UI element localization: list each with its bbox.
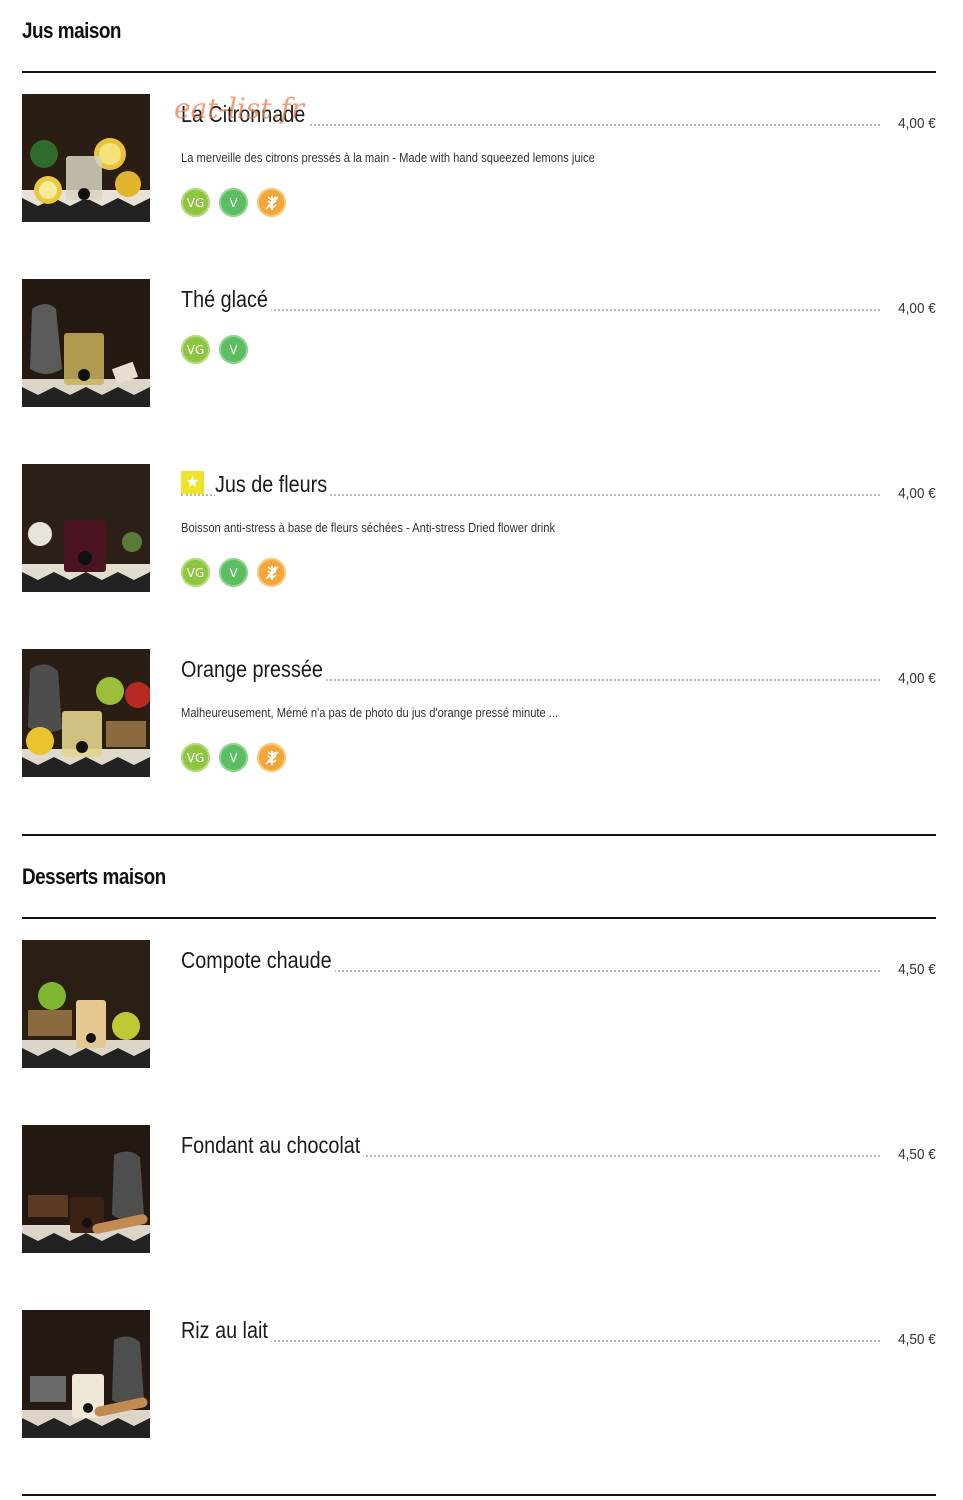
vegan-badge: VG xyxy=(181,743,210,772)
item-price: 4,00 € xyxy=(898,115,936,132)
chocolate-fondant-photo xyxy=(22,1125,150,1253)
menu-item-la-citronnade[interactable]: La Citronnade 4,00 € La merveille des ci… xyxy=(22,94,936,224)
vegetarian-badge: V xyxy=(219,743,248,772)
gluten-free-icon xyxy=(257,188,286,217)
orange-juice-photo xyxy=(22,649,150,777)
flower-juice-photo xyxy=(22,464,150,592)
section-divider xyxy=(22,917,936,919)
compote-photo xyxy=(22,940,150,1068)
menu-item-fondant-au-chocolat[interactable]: Fondant au chocolat 4,50 € xyxy=(22,1125,936,1255)
item-name: Orange pressée xyxy=(181,656,327,683)
item-price: 4,50 € xyxy=(898,961,936,978)
item-name: Thé glacé xyxy=(181,286,272,313)
leader-dots xyxy=(181,309,880,311)
vegetarian-badge: V xyxy=(219,558,248,587)
menu-item-the-glace[interactable]: Thé glacé 4,00 € VG V xyxy=(22,279,936,409)
item-name: Riz au lait xyxy=(181,1317,272,1344)
diet-badges: VG V xyxy=(181,335,248,364)
diet-badges: VG V xyxy=(181,188,286,217)
item-name: Fondant au chocolat xyxy=(181,1132,364,1159)
item-description: Malheureusement, Mémé n'a pas de photo d… xyxy=(181,705,559,720)
vegan-badge: VG xyxy=(181,188,210,217)
diet-badges: VG V xyxy=(181,743,286,772)
item-name: Compote chaude xyxy=(181,947,336,974)
item-name: La Citronnade xyxy=(181,101,309,128)
menu-item-compote-chaude[interactable]: Compote chaude 4,50 € xyxy=(22,940,936,1070)
menu-item-orange-pressee[interactable]: Orange pressée 4,00 € Malheureusement, M… xyxy=(22,649,936,779)
vegetarian-badge: V xyxy=(219,335,248,364)
section-divider xyxy=(22,71,936,73)
menu-item-riz-au-lait[interactable]: Riz au lait 4,50 € xyxy=(22,1310,936,1440)
item-price: 4,00 € xyxy=(898,300,936,317)
star-icon: ★ xyxy=(181,471,204,494)
gluten-free-icon xyxy=(257,558,286,587)
item-price: 4,50 € xyxy=(898,1146,936,1163)
item-description: La merveille des citrons pressés à la ma… xyxy=(181,150,595,165)
leader-dots xyxy=(181,1340,880,1342)
section-divider xyxy=(22,834,936,836)
item-price: 4,50 € xyxy=(898,1331,936,1348)
diet-badges: VG V xyxy=(181,558,286,587)
section-title-desserts-maison: Desserts maison xyxy=(22,864,166,889)
item-description: Boisson anti-stress à base de fleurs séc… xyxy=(181,520,556,535)
item-price: 4,00 € xyxy=(898,670,936,687)
vegetarian-badge: V xyxy=(219,188,248,217)
item-name: Jus de fleurs xyxy=(215,471,331,498)
vegan-badge: VG xyxy=(181,335,210,364)
section-divider xyxy=(22,1494,936,1496)
section-title-jus-maison: Jus maison xyxy=(22,18,121,43)
menu-item-jus-de-fleurs[interactable]: ★ Jus de fleurs 4,00 € Boisson anti-stre… xyxy=(22,464,936,594)
lemonade-photo xyxy=(22,94,150,222)
item-price: 4,00 € xyxy=(898,485,936,502)
gluten-free-icon xyxy=(257,743,286,772)
rice-pudding-photo xyxy=(22,1310,150,1438)
iced-tea-photo xyxy=(22,279,150,407)
vegan-badge: VG xyxy=(181,558,210,587)
